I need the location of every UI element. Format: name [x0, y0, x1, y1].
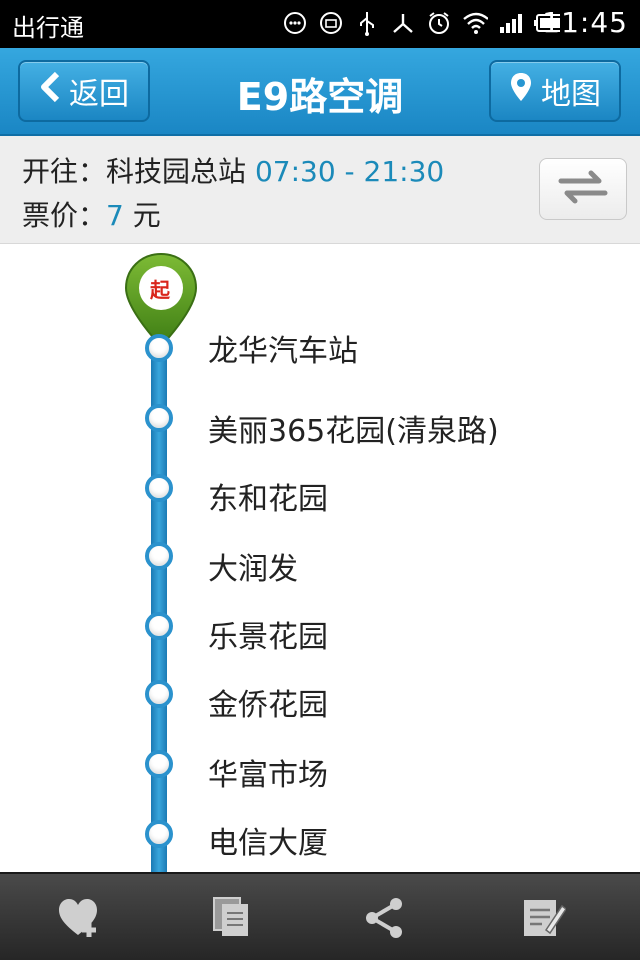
fare-row: 票价：7 元: [22, 194, 161, 234]
stop-dot: [145, 474, 173, 502]
stop-name[interactable]: 大润发: [208, 544, 298, 588]
direction-row: 开往：科技园总站 07:30 - 21:30: [22, 150, 444, 190]
stop-name[interactable]: 龙华汽车站: [208, 326, 358, 370]
back-button-label: 返回: [69, 77, 129, 112]
status-app-name: 出行通: [12, 14, 84, 42]
stop-name[interactable]: 金侨花园: [208, 680, 328, 724]
location-pin-icon: [509, 71, 533, 111]
map-button[interactable]: 地图: [489, 60, 621, 122]
message-icon: [318, 10, 344, 36]
service-hours: 07:30 - 21:30: [254, 155, 445, 188]
fare-label: 票价：: [22, 199, 107, 232]
wifi-icon: [462, 10, 488, 36]
stop-name[interactable]: 电信大厦: [208, 818, 328, 862]
bottom-toolbar: [0, 872, 640, 960]
stop-dot: [145, 680, 173, 708]
stop-name[interactable]: 华富市场: [208, 750, 328, 794]
stop-dot: [145, 404, 173, 432]
status-bar: 出行通 11:45: [0, 0, 640, 48]
usb-icon: [354, 10, 380, 36]
alarm-icon: [426, 10, 452, 36]
title-bar: 返回 E9路空调 地图: [0, 48, 640, 136]
route-info-panel: 开往：科技园总站 07:30 - 21:30 票价：7 元: [0, 136, 640, 244]
dots-icon: [282, 10, 308, 36]
swap-arrows-icon: [555, 167, 611, 211]
status-icons: [282, 10, 560, 36]
swap-direction-button[interactable]: [539, 158, 627, 220]
start-badge: 起: [150, 278, 170, 302]
direction-label: 开往：: [22, 155, 107, 188]
stop-dot: [145, 612, 173, 640]
fare-value: 7: [106, 199, 124, 232]
stop-name[interactable]: 东和花园: [208, 474, 328, 518]
terminus-name: 科技园总站: [106, 155, 247, 188]
favorite-add-icon[interactable]: [56, 894, 104, 942]
stop-dot: [145, 750, 173, 778]
stop-name[interactable]: 美丽365花园(清泉路): [208, 406, 499, 450]
signal-icon: [498, 10, 524, 36]
share-icon[interactable]: [360, 894, 408, 942]
back-button[interactable]: 返回: [18, 60, 150, 122]
map-button-label: 地图: [541, 77, 601, 112]
stop-list: 起 龙华汽车站 美丽365花园(清泉路) 东和花园 大润发 乐景花园 金侨花园 …: [0, 244, 640, 872]
stop-dot: [145, 820, 173, 848]
stop-name[interactable]: 乐景花园: [208, 612, 328, 656]
chevron-left-icon: [39, 71, 61, 111]
page-title: E9路空调: [236, 75, 404, 119]
stop-dot: [145, 542, 173, 570]
status-time: 11:45: [542, 6, 628, 39]
copy-icon[interactable]: [208, 894, 256, 942]
share-network-icon: [390, 10, 416, 36]
fare-unit: 元: [132, 199, 161, 232]
edit-icon[interactable]: [520, 894, 568, 942]
stop-dot: [145, 334, 173, 362]
